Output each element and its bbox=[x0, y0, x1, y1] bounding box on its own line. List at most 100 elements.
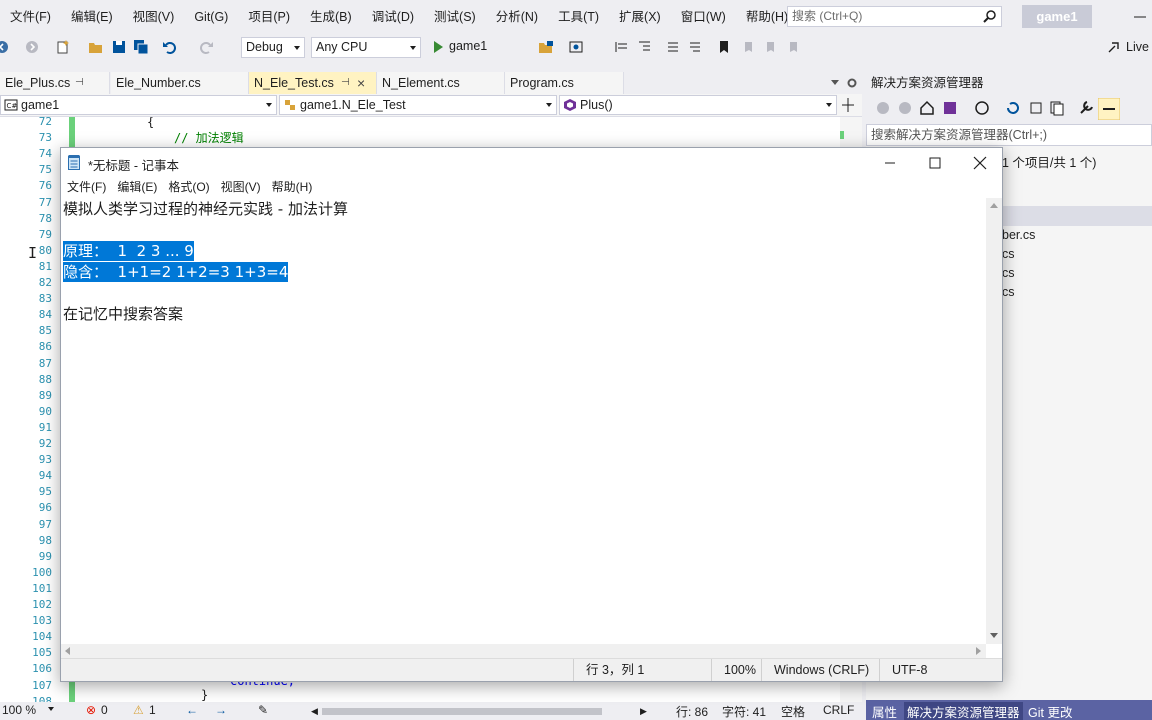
uncomment-icon[interactable] bbox=[687, 39, 703, 55]
vs-search-input[interactable]: 搜索 (Ctrl+Q) bbox=[787, 6, 1002, 27]
split-editor-icon[interactable] bbox=[840, 97, 856, 113]
menu-file[interactable]: 文件(F) bbox=[0, 0, 61, 34]
menu-debug[interactable]: 调试(D) bbox=[362, 0, 424, 34]
comment-icon[interactable] bbox=[665, 39, 681, 55]
save-all-icon[interactable] bbox=[133, 39, 149, 55]
live-share-label[interactable]: Live bbox=[1126, 40, 1149, 54]
tree-item-file[interactable]: cs bbox=[1002, 266, 1015, 280]
notepad-text-area[interactable]: 模拟人类学习过程的神经元实践 - 加法计算 原理： 1 2 3 ... 9 隐含… bbox=[61, 198, 986, 644]
class-nav-select[interactable]: game1.N_Ele_Test bbox=[279, 95, 557, 115]
brush-icon[interactable]: ✎ bbox=[258, 703, 268, 717]
next-bookmark-icon[interactable] bbox=[762, 39, 778, 55]
find-in-files-icon[interactable] bbox=[538, 39, 554, 55]
back-nav-icon[interactable] bbox=[0, 39, 10, 55]
menu-git[interactable]: Git(G) bbox=[184, 0, 238, 34]
np-menu-file[interactable]: 文件(F) bbox=[61, 178, 111, 198]
menu-view[interactable]: 视图(V) bbox=[123, 0, 185, 34]
forward-nav-icon[interactable] bbox=[24, 39, 40, 55]
menu-window[interactable]: 窗口(W) bbox=[671, 0, 736, 34]
maximize-icon[interactable] bbox=[925, 153, 945, 173]
np-menu-help[interactable]: 帮助(H) bbox=[266, 178, 318, 198]
home-icon[interactable] bbox=[919, 100, 935, 116]
line-number-gutter: 72 73 74 75 76 77 78 79 80 81 82 83 84 85 86 87 88 89 90 91… bbox=[0, 117, 66, 702]
tab-n-ele-test[interactable]: N_Ele_Test.cs ⊣ × bbox=[249, 72, 377, 94]
forward-icon[interactable] bbox=[898, 101, 912, 115]
menu-edit[interactable]: 编辑(E) bbox=[61, 0, 123, 34]
indent-mode[interactable]: 空格 bbox=[781, 703, 805, 720]
np-menu-format[interactable]: 格式(O) bbox=[162, 178, 214, 198]
menu-tools[interactable]: 工具(T) bbox=[548, 0, 609, 34]
scroll-right-icon[interactable] bbox=[976, 647, 981, 655]
menu-project[interactable]: 项目(P) bbox=[238, 0, 300, 34]
run-target-label[interactable]: game1 bbox=[449, 39, 487, 53]
minimize-icon[interactable] bbox=[880, 153, 900, 173]
preview-selected-icon[interactable] bbox=[1098, 98, 1120, 120]
tree-item-file[interactable]: cs bbox=[1002, 247, 1015, 261]
close-icon[interactable]: × bbox=[357, 72, 365, 94]
menu-test[interactable]: 测试(S) bbox=[424, 0, 486, 34]
redo-icon[interactable] bbox=[198, 39, 214, 55]
start-debug-icon[interactable] bbox=[430, 39, 446, 55]
editor-horizontal-scrollbar-thumb[interactable] bbox=[322, 708, 602, 715]
refresh-icon[interactable] bbox=[1005, 100, 1021, 116]
tab-list-dropdown-icon[interactable] bbox=[831, 80, 839, 85]
tab-n-element[interactable]: N_Element.cs bbox=[377, 72, 505, 94]
tree-item-file[interactable]: ber.cs bbox=[1002, 228, 1035, 242]
np-menu-edit[interactable]: 编辑(E) bbox=[111, 178, 162, 198]
back-icon[interactable] bbox=[876, 101, 890, 115]
project-nav-select[interactable]: C# game1 bbox=[0, 95, 277, 115]
tab-program[interactable]: Program.cs bbox=[505, 72, 624, 94]
bookmark-icon[interactable] bbox=[716, 39, 732, 55]
clear-bookmarks-icon[interactable] bbox=[785, 39, 801, 55]
screenshot-icon[interactable] bbox=[568, 39, 584, 55]
scroll-up-icon[interactable] bbox=[990, 203, 998, 208]
save-icon[interactable] bbox=[111, 39, 127, 55]
menu-analyze[interactable]: 分析(N) bbox=[486, 0, 548, 34]
show-all-files-icon[interactable] bbox=[1049, 100, 1065, 116]
pin-icon[interactable]: ⊣ bbox=[341, 72, 350, 94]
navigate-forward-icon[interactable]: → bbox=[215, 703, 227, 717]
menu-build[interactable]: 生成(B) bbox=[300, 0, 362, 34]
vs-switch-views-icon[interactable] bbox=[942, 100, 958, 116]
scroll-right-icon[interactable]: ▶ bbox=[640, 706, 647, 717]
tree-item-file[interactable]: cs bbox=[1002, 285, 1015, 299]
tab-git-changes[interactable]: Git 更改 bbox=[1028, 702, 1072, 720]
scroll-left-icon[interactable] bbox=[65, 647, 70, 655]
notepad-horizontal-scrollbar[interactable] bbox=[61, 644, 986, 658]
pending-changes-icon[interactable] bbox=[974, 100, 990, 116]
chevron-down-icon[interactable] bbox=[48, 707, 54, 711]
np-menu-view[interactable]: 视图(V) bbox=[215, 178, 266, 198]
notepad-vertical-scrollbar[interactable] bbox=[986, 198, 1002, 644]
notepad-app-icon bbox=[68, 155, 80, 170]
undo-icon[interactable] bbox=[162, 39, 178, 55]
member-nav-select[interactable]: Plus() bbox=[559, 95, 837, 115]
scroll-down-icon[interactable] bbox=[990, 633, 998, 638]
warning-count[interactable]: 1 bbox=[149, 703, 156, 717]
collapse-all-icon[interactable] bbox=[1028, 100, 1044, 116]
tab-ele-plus[interactable]: Ele_Plus.cs ⊣ bbox=[0, 72, 110, 94]
live-share-icon[interactable] bbox=[1106, 39, 1122, 55]
tab-ele-number[interactable]: Ele_Number.cs bbox=[111, 72, 249, 94]
notepad-titlebar[interactable]: *无标题 - 记事本 bbox=[61, 148, 1002, 178]
error-count[interactable]: 0 bbox=[101, 703, 108, 717]
navigate-back-icon[interactable]: ← bbox=[186, 703, 198, 717]
properties-wrench-icon[interactable] bbox=[1078, 100, 1094, 116]
scroll-left-icon[interactable]: ◀ bbox=[311, 706, 318, 717]
platform-select[interactable]: Any CPU bbox=[311, 37, 421, 58]
solution-explorer-search[interactable]: 搜索解决方案资源管理器(Ctrl+;) bbox=[866, 124, 1152, 146]
menu-extensions[interactable]: 扩展(X) bbox=[609, 0, 671, 34]
open-folder-icon[interactable] bbox=[88, 39, 104, 55]
format-icon[interactable] bbox=[613, 39, 629, 55]
line-ending[interactable]: CRLF bbox=[823, 703, 854, 717]
new-project-icon[interactable] bbox=[55, 39, 71, 55]
tab-solution-explorer[interactable]: 解决方案资源管理器 bbox=[904, 702, 1023, 720]
pin-icon[interactable]: ⊣ bbox=[75, 72, 84, 94]
close-icon[interactable] bbox=[970, 153, 990, 173]
minimize-icon[interactable] bbox=[1128, 8, 1152, 26]
tab-properties[interactable]: 属性 bbox=[872, 702, 897, 720]
configuration-select[interactable]: Debug bbox=[241, 37, 305, 58]
indent-icon[interactable] bbox=[636, 39, 652, 55]
zoom-level[interactable]: 100 % bbox=[2, 703, 36, 717]
prev-bookmark-icon[interactable] bbox=[740, 39, 756, 55]
gear-icon[interactable] bbox=[846, 77, 858, 89]
